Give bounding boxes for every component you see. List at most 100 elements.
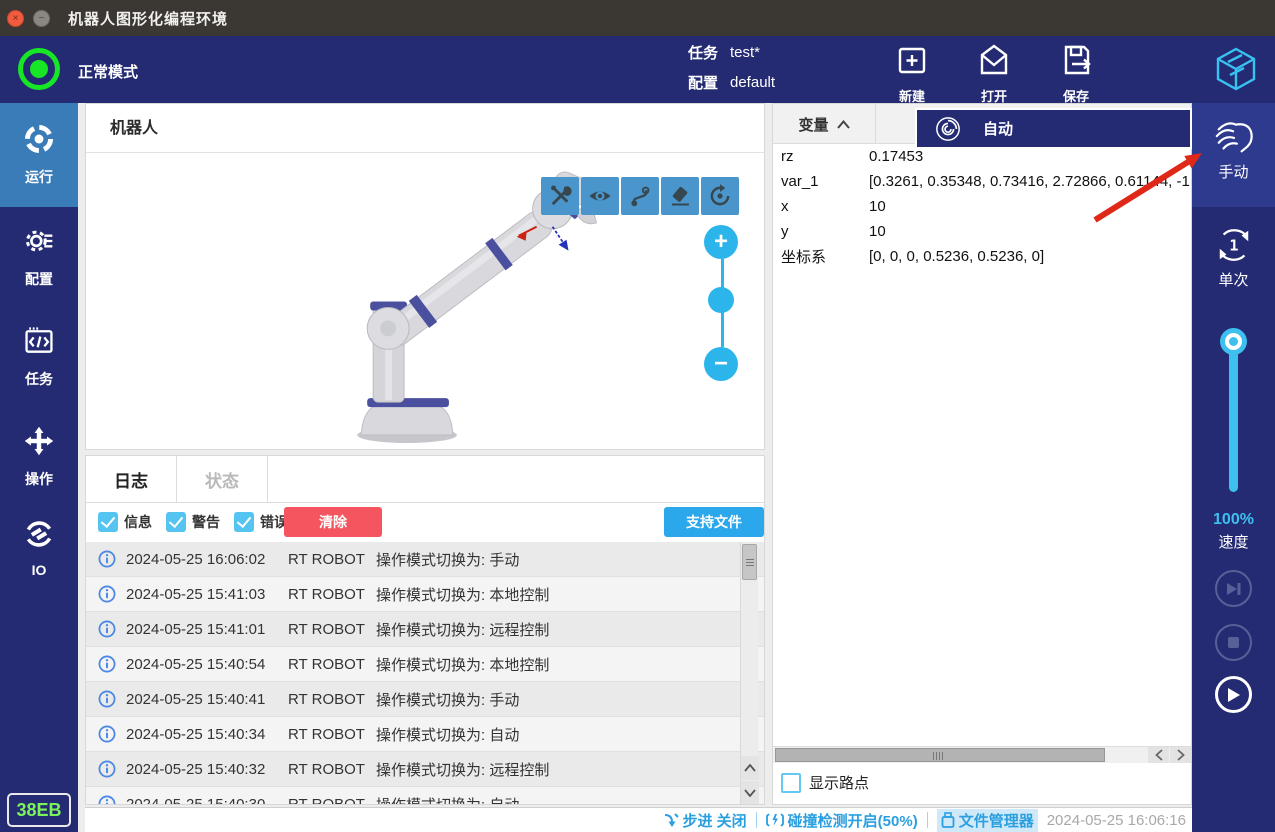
collision-icon (766, 812, 784, 828)
info-icon (98, 655, 116, 673)
right-sidebar: 手动 1 单次 100% 速度 (1192, 103, 1275, 832)
eraser-button[interactable] (661, 177, 699, 215)
sidebar-item-operate[interactable]: 操作 (0, 407, 78, 507)
scroll-right-button[interactable] (1170, 747, 1191, 763)
variable-row[interactable]: var_1[0.3261, 0.35348, 0.73416, 2.72866,… (773, 169, 1191, 194)
log-row[interactable]: 2024-05-25 15:40:54RT ROBOT操作模式切换为: 本地控制 (86, 647, 764, 682)
sidebar-item-io[interactable]: IO (0, 507, 78, 589)
app-window: × − 机器人图形化编程环境 正常模式 任务test* 配置default 新建… (0, 0, 1275, 832)
scroll-down-button[interactable] (741, 781, 759, 805)
log-row[interactable]: 2024-05-25 16:06:02RT ROBOT操作模式切换为: 手动 (86, 542, 764, 577)
open-button[interactable]: 打开 (964, 36, 1024, 103)
log-panel: 日志 状态 信息 警告 错误 清除 支持文件 2024-05-25 16:06:… (85, 455, 765, 805)
tab-status[interactable]: 状态 (177, 456, 268, 502)
collision-detect-label: 碰撞检测开启(50%) (788, 810, 918, 831)
info-icon (98, 690, 116, 708)
chevron-up-icon (837, 120, 850, 129)
gear-icon (23, 225, 55, 262)
config-label: 配置 (688, 72, 730, 93)
variables-panel: 变量 rz0.17453 var_1[0.3261, 0.35348, 0.73… (772, 103, 1192, 805)
sidebar-item-task[interactable]: 任务 (0, 307, 78, 407)
robot-panel: 机器人 (85, 103, 765, 450)
log-row[interactable]: 2024-05-25 15:41:01RT ROBOT操作模式切换为: 远程控制 (86, 612, 764, 647)
minimize-icon[interactable]: − (33, 10, 50, 27)
stop-button[interactable] (1215, 624, 1252, 661)
variables-collapse-tab[interactable]: 变量 (773, 104, 876, 144)
tools-button[interactable] (541, 177, 579, 215)
log-row[interactable]: 2024-05-25 15:40:30RT ROBOT操作模式切换为: 自动 (86, 787, 764, 805)
manual-mode-label: 手动 (1218, 161, 1248, 182)
zoom-control: + − (704, 225, 740, 381)
new-button[interactable]: 新建 (882, 36, 942, 103)
robot-3d-viewport[interactable]: + − (86, 153, 764, 449)
warning-filter-label: 警告 (192, 512, 220, 532)
save-button[interactable]: 保存 (1046, 36, 1106, 103)
variables-title: 变量 (798, 114, 828, 135)
info-filter-label: 信息 (124, 512, 152, 532)
tab-log[interactable]: 日志 (86, 456, 177, 502)
warning-checkbox[interactable] (166, 512, 186, 532)
scrollbar-thumb[interactable] (742, 544, 757, 580)
task-label: 任务 (688, 42, 730, 63)
path-button[interactable] (621, 177, 659, 215)
variable-row[interactable]: y10 (773, 219, 1191, 244)
zoom-slider-handle[interactable] (708, 287, 734, 313)
titlebar: × − 机器人图形化编程环境 (0, 0, 1275, 36)
viewport-toolbar (541, 177, 739, 215)
close-icon[interactable]: × (7, 10, 24, 27)
sidebar-config-label: 配置 (25, 269, 53, 289)
mode-label: 正常模式 (78, 61, 138, 82)
step-mode-label: 步进 关闭 (683, 810, 747, 831)
speed-value: 100% (1192, 511, 1275, 529)
status-code-badge[interactable]: 38EB (7, 793, 71, 827)
sidebar-task-label: 任务 (25, 369, 53, 389)
log-row[interactable]: 2024-05-25 15:41:03RT ROBOT操作模式切换为: 本地控制 (86, 577, 764, 612)
sidebar-item-config[interactable]: 配置 (0, 207, 78, 307)
speed-slider-handle[interactable] (1220, 328, 1247, 355)
status-timestamp: 2024-05-25 16:06:16 (1047, 812, 1186, 829)
speed-readout: 100% 速度 (1192, 511, 1275, 552)
step-next-button[interactable] (1215, 570, 1252, 607)
play-icon (1226, 687, 1241, 703)
variable-row[interactable]: x10 (773, 194, 1191, 219)
separator (927, 812, 928, 828)
log-row[interactable]: 2024-05-25 15:40:34RT ROBOT操作模式切换为: 自动 (86, 717, 764, 752)
show-waypoints-checkbox[interactable] (781, 773, 801, 793)
show-waypoints-row: 显示路点 (781, 772, 869, 793)
app-logo-cube-icon (1212, 45, 1260, 93)
log-row[interactable]: 2024-05-25 15:40:41RT ROBOT操作模式切换为: 手动 (86, 682, 764, 717)
single-run-button[interactable]: 1 单次 (1192, 207, 1275, 290)
variable-row[interactable]: 坐标系[0, 0, 0, 0.5236, 0.5236, 0] (773, 244, 1191, 269)
scrollbar-thumb[interactable] (775, 748, 1105, 762)
auto-mode-swirl-icon (935, 116, 961, 142)
reset-view-button[interactable] (701, 177, 739, 215)
info-checkbox[interactable] (98, 512, 118, 532)
single-cycle-icon: 1 (1213, 227, 1255, 263)
support-file-button[interactable]: 支持文件 (664, 507, 764, 537)
log-vertical-scrollbar[interactable] (740, 542, 758, 805)
error-checkbox[interactable] (234, 512, 254, 532)
sidebar-item-run[interactable]: 运行 (0, 103, 78, 207)
auto-mode-label: 自动 (983, 118, 1013, 139)
sidebar-run-label: 运行 (25, 167, 53, 187)
speed-label: 速度 (1192, 531, 1275, 552)
info-icon (98, 550, 116, 568)
log-row[interactable]: 2024-05-25 15:40:32RT ROBOT操作模式切换为: 远程控制 (86, 752, 764, 787)
variables-table: rz0.17453 var_1[0.3261, 0.35348, 0.73416… (773, 144, 1191, 269)
step-mode-toggle[interactable]: 步进 关闭 (663, 810, 747, 831)
zoom-out-button[interactable]: − (704, 347, 738, 381)
file-manager-button[interactable]: 文件管理器 (937, 809, 1038, 832)
play-button[interactable] (1215, 676, 1252, 713)
variables-horizontal-scrollbar[interactable] (773, 746, 1191, 763)
show-waypoints-label: 显示路点 (809, 772, 869, 793)
visibility-button[interactable] (581, 177, 619, 215)
info-icon (98, 585, 116, 603)
collision-detect-toggle[interactable]: 碰撞检测开启(50%) (766, 810, 918, 831)
clear-log-button[interactable]: 清除 (284, 507, 382, 537)
zoom-in-button[interactable]: + (704, 225, 738, 259)
scroll-up-button[interactable] (741, 756, 759, 780)
manual-mode-button[interactable]: 手动 (1192, 103, 1275, 207)
speed-slider-track[interactable] (1229, 334, 1238, 492)
mode-dropdown-auto-item[interactable]: 自动 (915, 108, 1192, 149)
scroll-left-button[interactable] (1148, 747, 1169, 763)
